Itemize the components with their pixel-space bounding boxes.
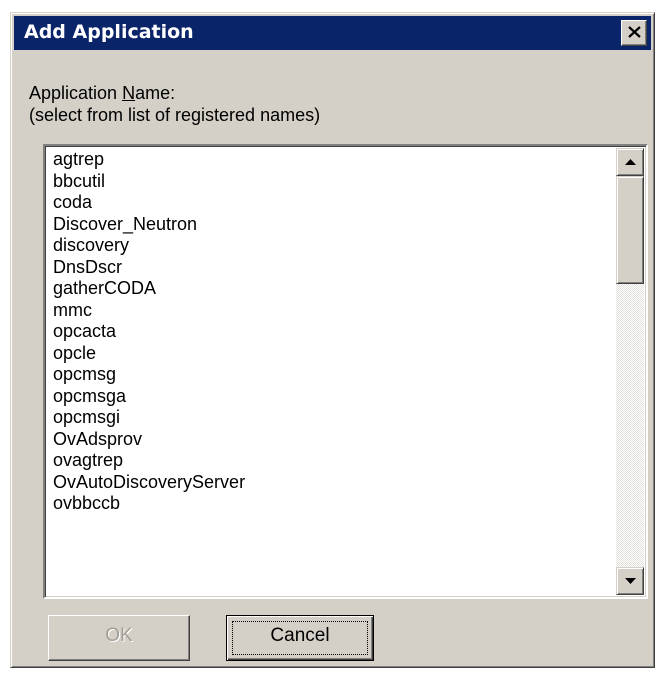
cancel-button[interactable]: Cancel [226, 615, 374, 661]
application-name-label-start: Application [29, 83, 123, 103]
list-item[interactable]: discovery [47, 235, 616, 257]
list-item[interactable]: ovagtrep [47, 450, 616, 472]
application-name-hint: (select from list of registered names) [29, 105, 321, 125]
list-item[interactable]: opcmsg [47, 364, 616, 386]
application-name-listbox[interactable]: agtrep bbcutil coda Discover_Neutron discove… [43, 144, 648, 599]
list-item[interactable]: OvAutoDiscoveryServer [47, 472, 616, 494]
focus-rectangle [232, 621, 368, 655]
application-name-accelerator: N [122, 83, 136, 103]
scroll-down-arrow-icon [625, 578, 636, 584]
application-name-label: Application Name: [29, 83, 175, 104]
list-item[interactable]: coda [47, 192, 616, 214]
list-item[interactable]: bbcutil [47, 171, 616, 193]
list-item[interactable]: agtrep [47, 149, 616, 171]
list-items: agtrep bbcutil coda Discover_Neutron discove… [47, 149, 616, 595]
list-item[interactable]: OvAdsprov [47, 429, 616, 451]
list-item[interactable]: opcle [47, 343, 616, 365]
list-item[interactable]: opcmsgi [47, 407, 616, 429]
vertical-scrollbar[interactable] [616, 148, 644, 595]
scroll-down-button[interactable] [616, 567, 644, 595]
list-item[interactable]: gatherCODA [47, 278, 616, 300]
close-icon [628, 26, 641, 38]
close-button[interactable] [621, 20, 647, 46]
title-bar[interactable]: Add Application [14, 16, 651, 50]
application-name-label-end: ame: [135, 83, 176, 103]
list-item[interactable]: Discover_Neutron [47, 214, 616, 236]
list-item[interactable]: DnsDscr [47, 257, 616, 279]
list-item[interactable]: opcmsga [47, 386, 616, 408]
list-item[interactable]: opcacta [47, 321, 616, 343]
scroll-up-button[interactable] [616, 148, 644, 176]
list-item[interactable]: ovbbccb [47, 493, 616, 515]
ok-button[interactable]: OK [48, 615, 190, 661]
add-application-dialog: Add Application Application Name: (selec… [10, 12, 655, 668]
scrollbar-thumb[interactable] [616, 176, 644, 284]
dialog-title: Add Application [24, 21, 194, 43]
list-item[interactable]: mmc [47, 300, 616, 322]
scroll-up-arrow-icon [625, 159, 636, 165]
